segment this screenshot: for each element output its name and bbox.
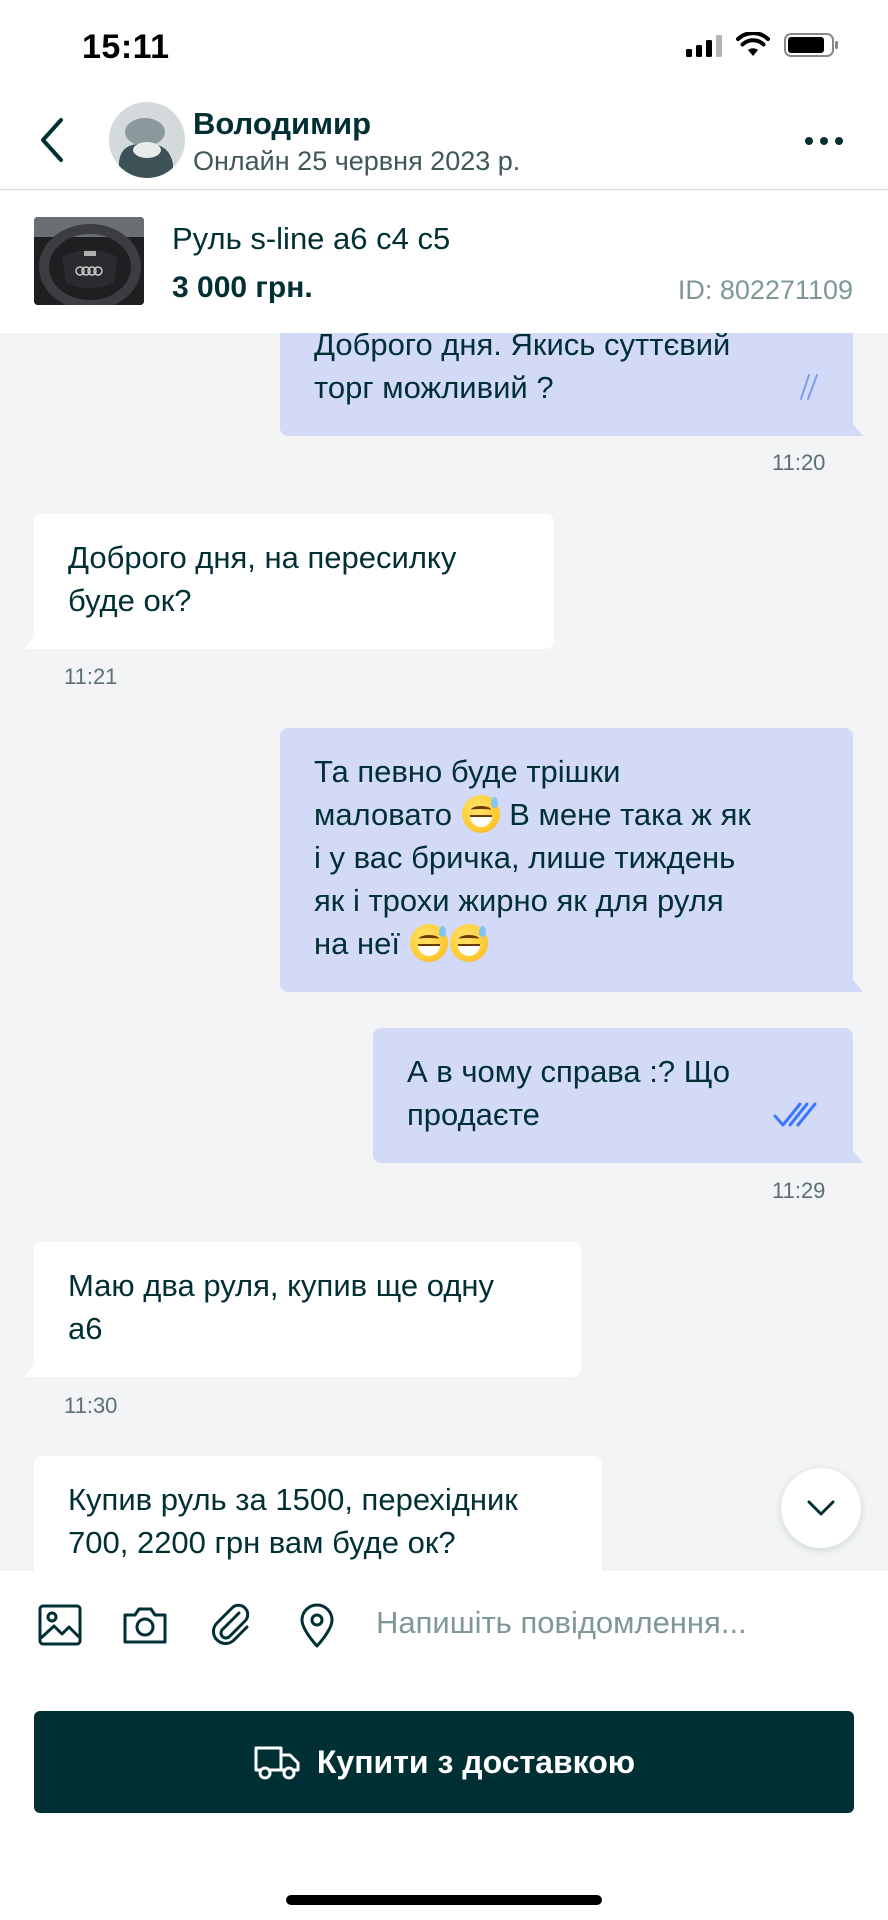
ad-id: ID: 802271109 [677, 275, 853, 305]
attach-file-button[interactable] [207, 1601, 255, 1649]
message-outgoing[interactable]: А в чому справа :? Що продаєте [373, 1028, 863, 1163]
paperclip-icon [212, 1603, 250, 1645]
message-input[interactable] [376, 1591, 856, 1655]
contact-name[interactable]: Володимир [193, 106, 371, 142]
buy-area: Купити з доставкою [0, 1679, 888, 1920]
location-pin-icon [300, 1603, 334, 1648]
message-text-line: Доброго дня. Якись суттєвий [314, 333, 731, 362]
message-text-line-group: маловато В мене така ж як [314, 793, 819, 836]
chat-header: Володимир Онлайн 25 червня 2023 р. [0, 96, 888, 190]
grinning-sweat-emoji-icon [449, 924, 488, 962]
message-text-line: як і трохи жирно як для руля [314, 883, 724, 918]
dot-icon [805, 137, 813, 145]
location-button[interactable] [293, 1601, 341, 1649]
message-text-line: Та певно буде трішки [314, 754, 621, 789]
message-text-line: а6 [68, 1311, 103, 1346]
message-list[interactable]: Доброго дня. Якись суттєвий торг можливи… [0, 333, 888, 1571]
home-indicator [286, 1895, 602, 1905]
message-time: 11:29 [772, 1178, 826, 1203]
message-text-line: В мене така ж як [509, 797, 751, 832]
steering-wheel-photo [34, 217, 144, 305]
back-button[interactable] [30, 112, 74, 168]
message-incoming[interactable]: Маю два руля, купив ще одну а6 [24, 1242, 581, 1377]
gallery-button[interactable] [36, 1601, 84, 1649]
message-time: 11:20 [772, 450, 826, 475]
message-time: 11:30 [64, 1393, 118, 1418]
message-text-line: продаєте [407, 1097, 540, 1132]
camera-icon [123, 1607, 167, 1644]
status-icons [686, 32, 840, 58]
message-text-line-group: на неї [314, 922, 819, 965]
message-text-line: 700, 2200 грн вам буде ок? [68, 1525, 456, 1560]
chevron-left-icon [41, 118, 63, 162]
status-time: 15:11 [82, 28, 170, 66]
image-icon [38, 1604, 82, 1646]
buy-button-label: Купити з доставкою [316, 1743, 636, 1780]
contact-status: Онлайн 25 червня 2023 р. [193, 146, 521, 176]
ad-summary[interactable]: Руль s-line а6 с4 с5 3 000 грн. ID: 8022… [0, 191, 888, 333]
ad-thumbnail [34, 217, 144, 305]
buy-with-delivery-button[interactable]: Купити з доставкою [34, 1711, 854, 1813]
message-text-line: Маю два руля, купив ще одну [68, 1268, 495, 1303]
dot-icon [820, 137, 828, 145]
chevron-down-icon [807, 1500, 835, 1516]
battery-icon [784, 33, 838, 57]
scroll-to-bottom-button[interactable] [781, 1468, 861, 1548]
more-options-button[interactable] [800, 126, 848, 156]
status-bar: 15:11 [0, 0, 888, 96]
message-composer [0, 1571, 888, 1679]
message-text-line: буде ок? [68, 583, 192, 618]
message-text-line: на неї [314, 926, 400, 961]
message-incoming[interactable]: Доброго дня, на пересилку буде ок? [24, 514, 554, 649]
double-check-read-icon [773, 1102, 817, 1127]
message-time: 11:21 [64, 664, 118, 689]
grinning-sweat-emoji-icon [461, 795, 500, 833]
wifi-icon [736, 32, 770, 56]
message-text-line: і у вас бричка, лише тиждень [314, 840, 736, 875]
delivery-truck-icon [254, 1746, 300, 1780]
message-text-line: Купив руль за 1500, перехідник [68, 1482, 518, 1517]
avatar-image [109, 102, 185, 178]
message-text-line: торг можливий ? [314, 370, 554, 405]
ad-price: 3 000 грн. [172, 271, 313, 304]
message-text-line: маловато [314, 797, 453, 832]
ad-title: Руль s-line а6 с4 с5 [172, 221, 451, 256]
camera-button[interactable] [121, 1601, 169, 1649]
message-text-line: Доброго дня, на пересилку [68, 540, 457, 575]
message-outgoing[interactable]: Доброго дня. Якись суттєвий торг можливи… [280, 333, 863, 436]
avatar[interactable] [109, 102, 185, 178]
message-outgoing[interactable]: Та певно буде трішки маловато В мене так… [280, 728, 863, 992]
cellular-signal-icon [686, 33, 722, 57]
message-incoming[interactable]: Купив руль за 1500, перехідник 700, 2200… [34, 1456, 602, 1571]
message-text-line: А в чому справа :? Що [407, 1054, 731, 1089]
dot-icon [835, 137, 843, 145]
read-receipt-icon [800, 374, 818, 400]
grinning-sweat-emoji-icon [409, 924, 448, 962]
